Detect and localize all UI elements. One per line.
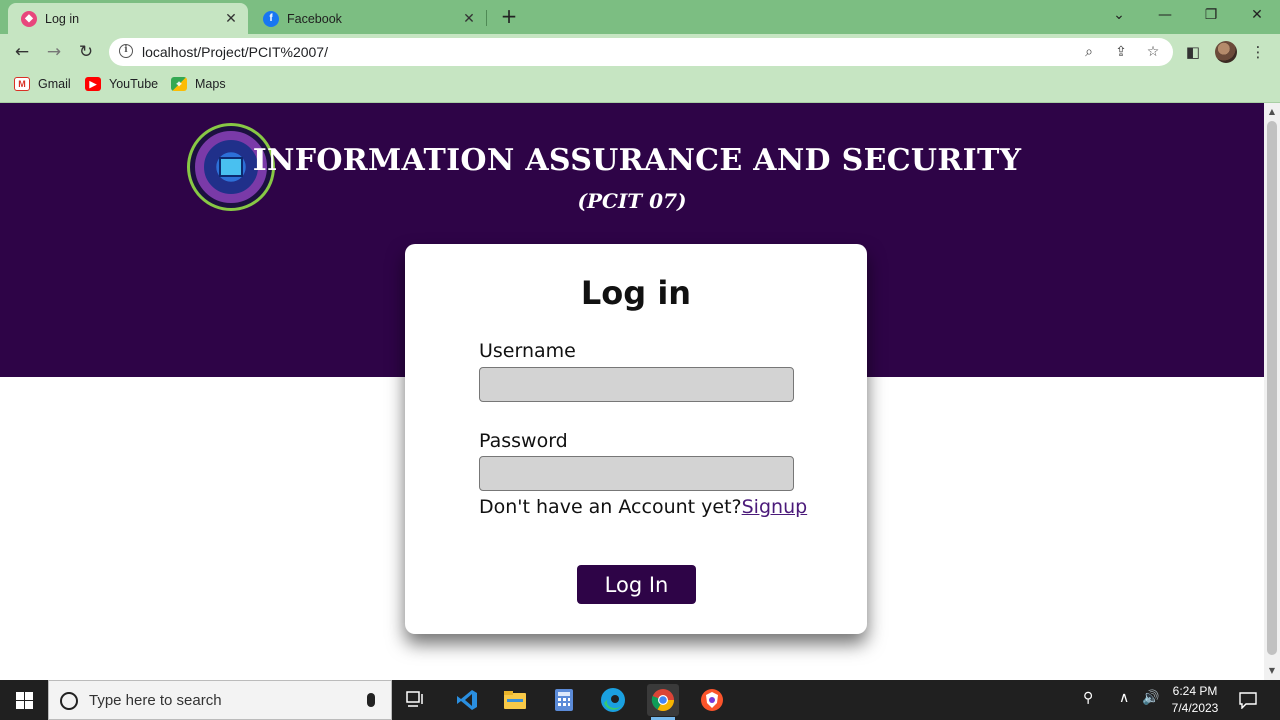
clock-date: 7/4/2023 xyxy=(1171,701,1219,715)
login-card: Log in Username Password Don't have an A… xyxy=(405,244,867,634)
reload-button[interactable]: ↻ xyxy=(74,40,98,64)
site-title: INFORMATION ASSURANCE AND SECURITY xyxy=(252,143,1022,178)
bookmark-label: Maps xyxy=(195,77,226,91)
close-icon[interactable]: ✕ xyxy=(220,10,242,27)
gmail-icon: M xyxy=(14,77,30,91)
share-icon[interactable]: ⇪ xyxy=(1111,42,1131,62)
vscode-icon[interactable] xyxy=(451,684,483,716)
brave-icon[interactable] xyxy=(696,684,728,716)
scroll-up-arrow-icon[interactable]: ▲ xyxy=(1267,107,1277,116)
edge-icon[interactable] xyxy=(597,684,629,716)
site-info-icon[interactable]: i xyxy=(119,44,133,58)
browser-tab-strip: ◆ Log in ✕ f Facebook ✕ + ⌄ — ❐ ✕ xyxy=(0,0,1280,34)
zoom-icon[interactable]: ⌕ xyxy=(1079,42,1099,62)
page-scrollbar[interactable]: ▲ ▼ xyxy=(1264,103,1280,680)
microphone-icon[interactable] xyxy=(367,693,375,707)
close-window-button[interactable]: ✕ xyxy=(1243,4,1271,26)
username-label: Username xyxy=(479,340,576,362)
password-label: Password xyxy=(479,430,568,452)
youtube-icon: ▶ xyxy=(85,77,101,91)
back-button[interactable]: ← xyxy=(10,40,34,64)
tab-divider xyxy=(486,10,487,26)
tab-log-in[interactable]: ◆ Log in ✕ xyxy=(8,3,248,34)
maps-icon: ⌖ xyxy=(171,77,187,91)
clock-time: 6:24 PM xyxy=(1172,684,1218,698)
forward-button[interactable]: → xyxy=(42,40,66,64)
task-view-icon[interactable] xyxy=(400,684,432,716)
close-icon[interactable]: ✕ xyxy=(458,10,480,27)
taskbar-clock[interactable]: 6:24 PM 7/4/2023 xyxy=(1160,683,1230,717)
chevron-up-icon[interactable]: ∧ xyxy=(1119,690,1129,706)
facebook-icon: f xyxy=(263,10,279,27)
login-heading: Log in xyxy=(580,274,692,312)
bookmark-label: Gmail xyxy=(38,77,71,91)
vitejs-favicon-icon: ◆ xyxy=(21,10,37,27)
browser-toolbar: ← → ↻ i localhost/Project/PCIT%2007/ ⌕ ⇪… xyxy=(0,34,1280,70)
signup-link[interactable]: Signup xyxy=(742,496,808,518)
profile-avatar[interactable] xyxy=(1215,41,1237,63)
volume-icon[interactable]: 🔊 xyxy=(1142,690,1159,706)
calculator-icon[interactable] xyxy=(548,684,580,716)
tab-title: Facebook xyxy=(287,11,342,26)
bookmark-youtube[interactable]: ▶ YouTube xyxy=(85,77,158,91)
side-panel-icon[interactable]: ◧ xyxy=(1183,42,1203,62)
tab-search-chevron-icon[interactable]: ⌄ xyxy=(1105,4,1133,26)
username-input[interactable] xyxy=(479,367,794,402)
people-icon[interactable]: ⚲ xyxy=(1083,690,1093,706)
password-input[interactable] xyxy=(479,456,794,491)
new-tab-button[interactable]: + xyxy=(498,5,520,27)
windows-taskbar: Type here to search ⚲ ∧ 🔊 6:24 PM 7/4/20… xyxy=(0,680,1280,720)
site-subtitle: (PCIT 07) xyxy=(577,189,687,213)
tab-facebook[interactable]: f Facebook ✕ xyxy=(250,3,486,34)
notifications-icon[interactable] xyxy=(1232,684,1264,716)
chrome-icon[interactable] xyxy=(647,684,679,720)
bookmark-gmail[interactable]: M Gmail xyxy=(14,77,71,91)
url-text[interactable]: localhost/Project/PCIT%2007/ xyxy=(142,44,328,60)
menu-kebab-icon[interactable]: ⋮ xyxy=(1248,42,1268,62)
search-placeholder: Type here to search xyxy=(89,692,222,709)
windows-start-icon[interactable] xyxy=(0,680,48,720)
login-submit-button[interactable]: Log In xyxy=(577,565,696,604)
bookmark-label: YouTube xyxy=(109,77,159,91)
signup-prompt: Don't have an Account yet?Signup xyxy=(479,496,807,518)
address-bar[interactable]: i localhost/Project/PCIT%2007/ ⌕ ⇪ ☆ xyxy=(109,38,1173,66)
minimize-button[interactable]: — xyxy=(1151,4,1179,26)
file-explorer-icon[interactable] xyxy=(499,684,531,716)
bookmark-star-icon[interactable]: ☆ xyxy=(1143,42,1163,62)
bookmark-maps[interactable]: ⌖ Maps xyxy=(171,77,226,91)
taskbar-search-box[interactable]: Type here to search xyxy=(48,680,392,720)
restore-button[interactable]: ❐ xyxy=(1197,4,1225,26)
bookmarks-bar: M Gmail ▶ YouTube ⌖ Maps xyxy=(0,70,1280,103)
page-viewport: INFORMATION ASSURANCE AND SECURITY (PCIT… xyxy=(0,103,1264,680)
scroll-down-arrow-icon[interactable]: ▼ xyxy=(1267,666,1277,675)
signup-prompt-text: Don't have an Account yet? xyxy=(479,496,742,518)
cortana-circle-icon xyxy=(60,692,78,710)
tab-title: Log in xyxy=(45,11,80,26)
scrollbar-thumb[interactable] xyxy=(1267,121,1277,655)
